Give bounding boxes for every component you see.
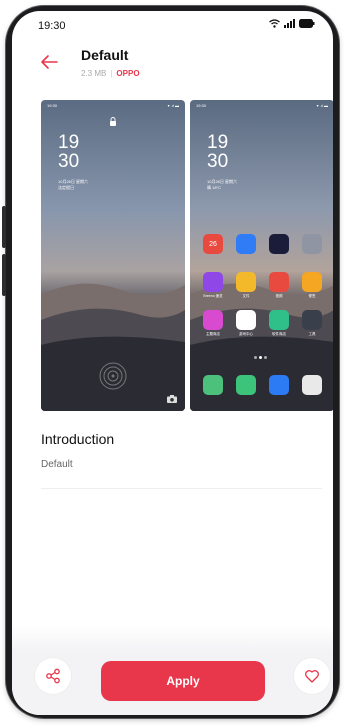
home-date: 10月26日 星期六 晴 18°C [207,179,237,191]
clock-hour: 19 [207,132,229,153]
app-label: 软件商店 [272,332,286,336]
app-label: 主题商店 [206,332,220,336]
screen: 19:30 Default 2.3 MB | OPPO 19:30 ▾ .ıl … [12,11,333,715]
preview-status-time: 19:30 [196,103,207,108]
app-icon: 26 [203,234,223,254]
app-icon [203,272,223,292]
preview-status-time: 19:30 [47,103,58,108]
share-button[interactable] [35,658,71,694]
meta-separator: | [110,69,113,78]
preview-status-bar: 19:30 ▾ .ıl ▬ [47,103,179,108]
homescreen-preview[interactable]: 19:30 ▾ .ıl ▬ 19 30 10月26日 星期六 晴 18°C 26… [190,100,333,411]
heart-icon [305,670,319,683]
side-button [2,254,6,296]
app-icon [236,310,256,330]
app-label: 文件 [242,294,250,298]
dock-app-icon [269,375,289,395]
introduction-heading: Introduction [41,431,115,447]
clock-minute: 30 [207,151,229,172]
favorite-button[interactable] [294,658,330,694]
app-label: Breeno 速览 [203,294,223,298]
introduction-text: Default [41,459,73,470]
lock-clock: 19 30 [58,133,79,171]
app-icon [236,234,256,254]
theme-meta: 2.3 MB | OPPO [81,69,140,78]
app-label: 游戏中心 [239,332,253,336]
back-arrow-icon[interactable] [38,51,60,73]
status-icons [269,19,315,28]
share-icon [46,668,60,684]
app-icon [269,234,289,254]
app-label: 工具 [308,332,316,336]
fingerprint-icon[interactable] [98,361,128,391]
lockscreen-preview[interactable]: 19:30 ▾ .ıl ▬ 19 30 10月26日 星期六 法定假日 [41,100,185,411]
app-icon [302,310,322,330]
date-line: 法定假日 [58,185,74,190]
app-icon [236,272,256,292]
side-button [2,206,6,248]
app-icon [203,310,223,330]
clock-minute: 30 [58,151,80,172]
app-label: 视频 [275,294,283,298]
apply-button[interactable]: Apply [101,661,265,701]
dock-app-icon [236,375,256,395]
app-icon [269,272,289,292]
app-icon [269,310,289,330]
wifi-icon [269,19,280,28]
status-bar: 19:30 [12,11,333,39]
date-line: 晴 18°C [207,185,222,190]
divider [41,488,322,489]
preview-status-icons: ▾ .ıl ▬ [316,103,328,108]
theme-author[interactable]: OPPO [116,69,139,78]
status-time: 19:30 [38,20,66,32]
clock-hour: 19 [58,132,80,153]
preview-status-icons: ▾ .ıl ▬ [167,103,179,108]
camera-icon[interactable] [167,395,177,403]
page-header: Default 2.3 MB | OPPO [12,41,333,87]
app-icon [302,234,322,254]
home-clock: 19 30 [207,133,228,171]
signal-icon [284,19,295,28]
app-label: 便签 [308,294,316,298]
theme-size: 2.3 MB [81,69,107,78]
lock-date: 10月26日 星期六 法定假日 [58,179,88,191]
battery-icon [299,19,315,28]
page-dots [254,356,267,359]
dock-app-icon [302,375,322,395]
app-icon [302,272,322,292]
lock-icon [110,117,116,126]
dock-app-icon [203,375,223,395]
preview-status-bar: 19:30 ▾ .ıl ▬ [196,103,328,108]
theme-title: Default [81,47,129,63]
